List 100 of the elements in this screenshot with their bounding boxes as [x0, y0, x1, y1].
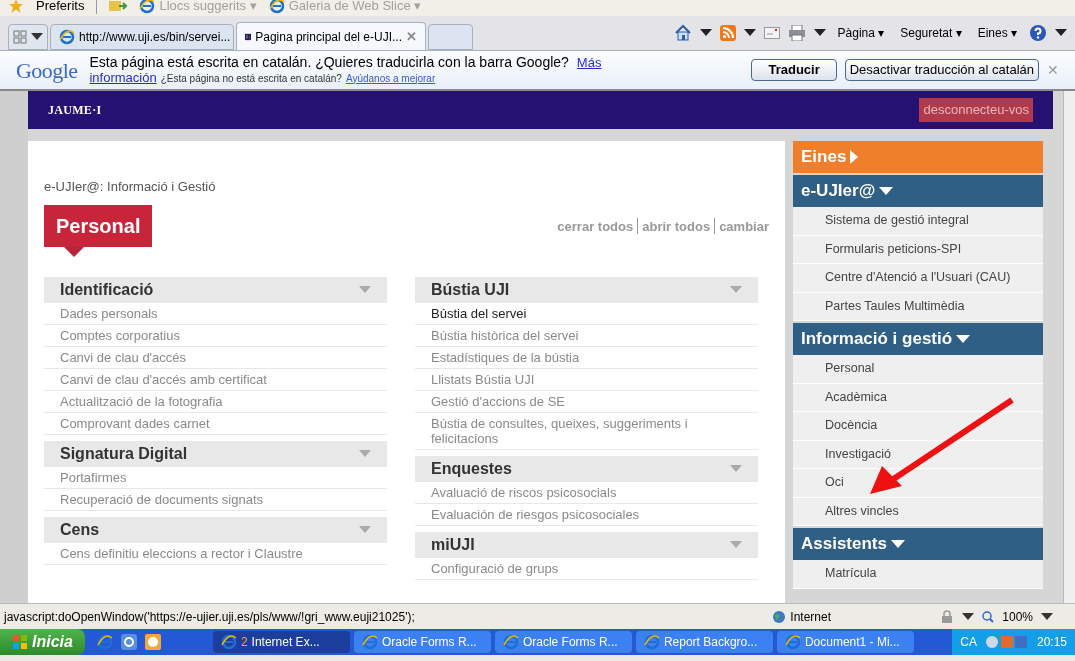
- clock: 20:15: [1036, 634, 1067, 651]
- section-link[interactable]: Evaluación de riesgos psicosociales: [415, 503, 758, 526]
- taskbar-task[interactable]: Oracle Forms R...: [494, 631, 632, 653]
- sidebar-link[interactable]: Personal: [793, 355, 1043, 384]
- browser-e-icon: [268, 0, 285, 14]
- logout-button[interactable]: desconnecteu-vos: [919, 98, 1033, 122]
- browser-e-icon: [643, 634, 660, 650]
- caret-icon: [962, 612, 975, 621]
- caret-icon: [730, 285, 742, 294]
- caret-icon: [730, 464, 742, 473]
- section-link[interactable]: Gestió d'accions de SE: [415, 390, 758, 413]
- taskbar-task[interactable]: 2 Internet Ex...: [212, 631, 350, 653]
- caret-down-icon: [879, 186, 894, 196]
- taskbar-task[interactable]: Document1 - Mi...: [776, 631, 914, 653]
- section-link[interactable]: Estadístiques de la bústia: [415, 346, 758, 369]
- section-link[interactable]: Bústia del servei: [415, 302, 758, 325]
- mail-icon[interactable]: [763, 27, 780, 39]
- sidebar-header[interactable]: Assistents: [793, 528, 1043, 560]
- help-improve-link[interactable]: Ayúdanos a mejorar: [345, 70, 436, 86]
- section-header[interactable]: Signatura Digital: [44, 440, 387, 467]
- section-header[interactable]: Bústia UJI: [415, 276, 758, 303]
- status-url: javascript:doOpenWindow('https://e-ujier.uji.es/pls/www/!gri_www.euji21025');: [4, 608, 415, 626]
- clock-app-icon[interactable]: [144, 634, 161, 650]
- section-link[interactable]: Canvi de clau d'accés: [44, 346, 387, 369]
- caret-icon: [1055, 29, 1067, 37]
- browser-tab[interactable]: Pagina principal del e-UJI... ✕: [236, 22, 426, 50]
- section-header[interactable]: Identificació: [44, 276, 387, 303]
- caret-icon: [699, 29, 712, 37]
- section-link[interactable]: Dades personals: [44, 302, 387, 325]
- star-icon[interactable]: [8, 0, 24, 14]
- section-header[interactable]: Enquestes: [415, 455, 758, 482]
- favorites-button[interactable]: Preferits: [36, 0, 85, 16]
- add-favorite-icon[interactable]: [109, 0, 128, 13]
- sidebar-link[interactable]: Formularis peticions-SPI: [793, 235, 1043, 264]
- start-button[interactable]: Inicia: [0, 629, 85, 655]
- sidebar-link[interactable]: Docència: [793, 412, 1043, 441]
- home-icon[interactable]: [673, 24, 692, 42]
- sidebar-header[interactable]: e-UJIer@: [793, 175, 1043, 207]
- breadcrumb: e-UJIer@: Informació i Gestió: [44, 178, 217, 196]
- sidebar-link[interactable]: Acadèmica: [793, 383, 1043, 412]
- sidebar-link[interactable]: Oci: [793, 469, 1043, 498]
- taskbar-task[interactable]: Oracle Forms R...: [353, 631, 491, 653]
- sidebar-link[interactable]: Centre d'Atenció a l'Usuari (CAU): [793, 264, 1043, 293]
- caret-icon: [813, 29, 826, 37]
- taskbar-task[interactable]: Report Backgro...: [635, 631, 773, 653]
- section-link[interactable]: Bústia de consultes, queixes, suggeriments i felicitacions: [415, 412, 758, 450]
- browser-e-icon: [59, 29, 75, 45]
- browser-e-icon: [139, 0, 156, 14]
- rss-icon[interactable]: [719, 25, 736, 41]
- printer-icon[interactable]: [787, 25, 806, 41]
- scrollbar[interactable]: [1063, 91, 1075, 603]
- caret-icon: [31, 33, 43, 41]
- command-menu[interactable]: Pàgina ▾: [833, 24, 889, 42]
- security-zone: Internet: [790, 608, 831, 626]
- command-menu[interactable]: Eines ▾: [973, 24, 1021, 42]
- section-link[interactable]: Llistats Bústia UJI: [415, 368, 758, 391]
- command-menu[interactable]: Seguretat ▾: [896, 24, 966, 42]
- disable-translation-button[interactable]: Desactivar traducción al catalán: [844, 59, 1039, 81]
- section-link[interactable]: Recuperació de documents signats: [44, 488, 387, 511]
- help-icon[interactable]: [1029, 24, 1047, 42]
- lock-icon[interactable]: [940, 609, 955, 624]
- language-question: ¿Esta página no está escrita en catalán?: [160, 71, 342, 86]
- caret-icon: [743, 29, 756, 37]
- tray-icons[interactable]: [984, 634, 1029, 650]
- sidebar-link[interactable]: Partes Taules Multimèdia: [793, 292, 1043, 321]
- browser-tab[interactable]: http://www.uji.es/bin/servei...: [50, 24, 234, 50]
- caret-down-icon: [956, 334, 971, 344]
- sidebar-link[interactable]: Altres vincles: [793, 497, 1043, 526]
- browser-e-icon: [361, 634, 378, 650]
- section-link[interactable]: Configuració de grups: [415, 557, 758, 580]
- university-logo: JAUME·I: [48, 102, 102, 119]
- browser-e-icon: [96, 634, 113, 650]
- windows-flag-icon: [12, 634, 28, 650]
- section-header[interactable]: miUJI: [415, 531, 758, 558]
- google-logo: Google: [16, 56, 78, 85]
- section-link[interactable]: Bústia històrica del servei: [415, 324, 758, 347]
- zoom-icon: [982, 610, 995, 623]
- more-info-link[interactable]: información: [89, 69, 157, 85]
- app-icon[interactable]: [120, 634, 137, 650]
- section-link[interactable]: Avaluació de riscos psicosocials: [415, 481, 758, 504]
- caret-icon: [359, 449, 371, 458]
- section-link[interactable]: Comprovant dades carnet: [44, 412, 387, 435]
- sidebar-header[interactable]: Informació i gestió: [793, 323, 1043, 355]
- sidebar-link[interactable]: Sistema de gestió integral: [793, 207, 1043, 236]
- section-link[interactable]: Portafirmes: [44, 466, 387, 489]
- section-header[interactable]: Cens: [44, 516, 387, 543]
- caret-icon: [359, 285, 371, 294]
- caret-icon: [730, 540, 742, 549]
- section-link[interactable]: Actualització de la fotografia: [44, 390, 387, 413]
- section-title-tag: Personal: [44, 204, 153, 247]
- globe-icon: [772, 609, 787, 624]
- section-link[interactable]: Comptes corporatius: [44, 324, 387, 347]
- section-link[interactable]: Canvi de clau d'accés amb certificat: [44, 368, 387, 391]
- browser-e-icon: [784, 634, 801, 650]
- sidebar-link[interactable]: Matrícula: [793, 560, 1043, 589]
- quick-tabs-button[interactable]: [8, 24, 48, 50]
- translate-button[interactable]: Traducir: [751, 59, 837, 81]
- more-info-link[interactable]: Más: [576, 54, 602, 70]
- section-link[interactable]: Cens definitiu eleccions a rector i Claustre: [44, 542, 387, 565]
- zoom-level[interactable]: 100%: [1002, 607, 1033, 626]
